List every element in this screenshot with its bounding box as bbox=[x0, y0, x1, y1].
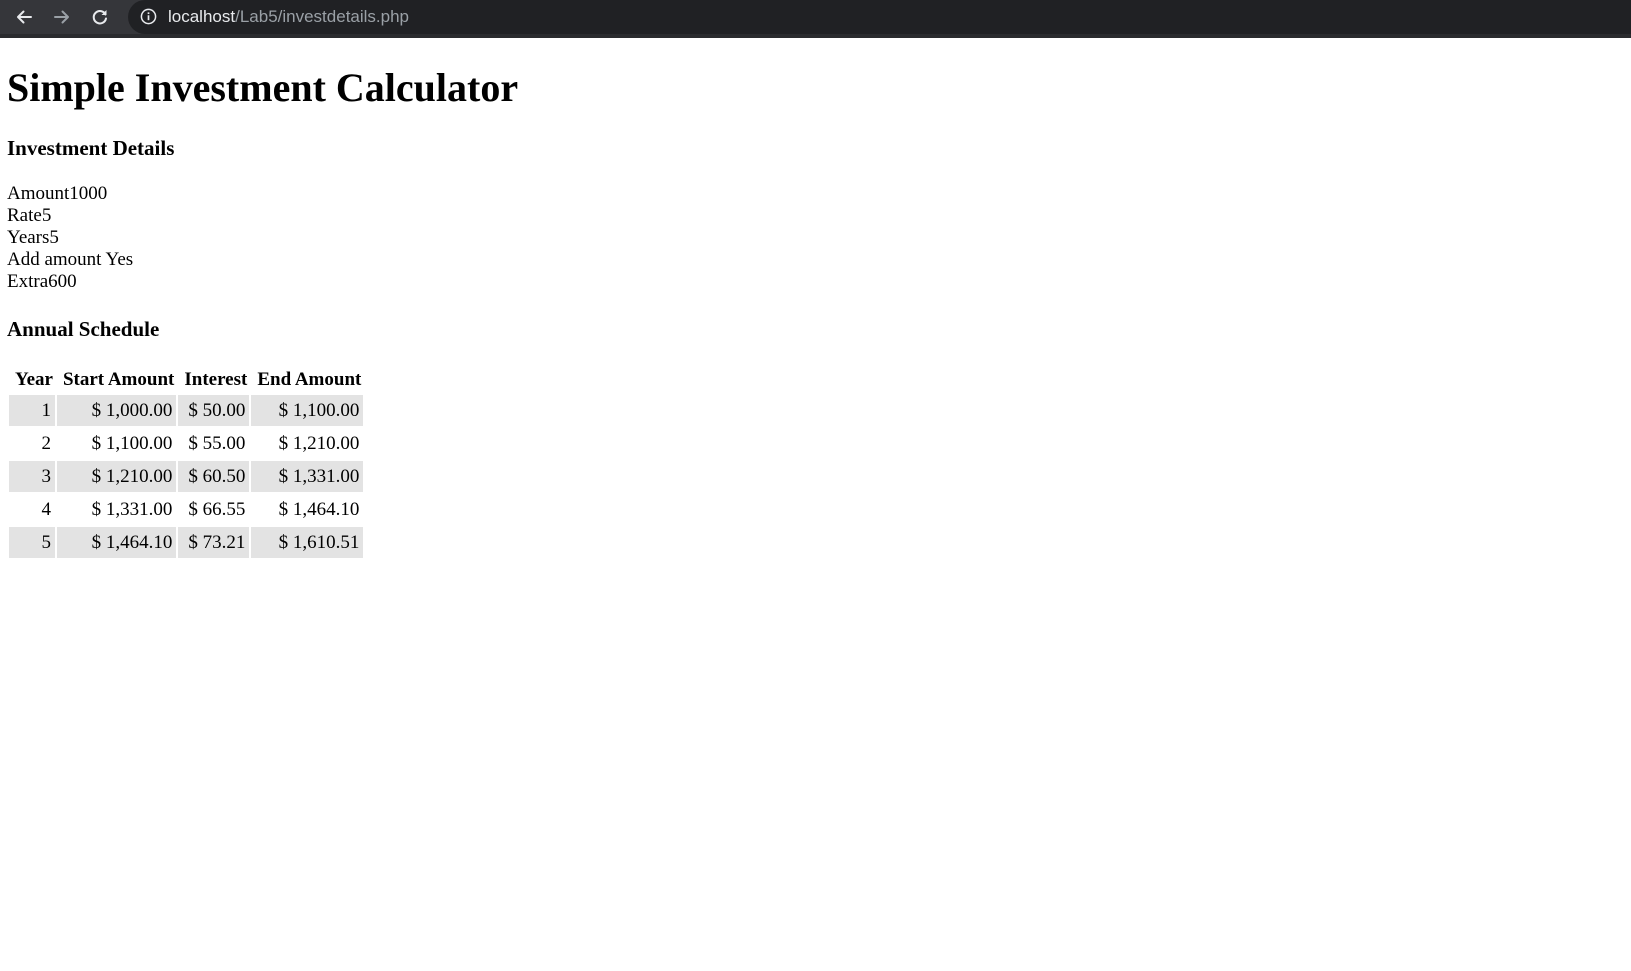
browser-toolbar: localhost/Lab5/investdetails.php bbox=[0, 0, 1631, 38]
forward-button[interactable] bbox=[48, 4, 76, 30]
page-title: Simple Investment Calculator bbox=[7, 65, 519, 110]
cell-start-amount: $ 1,100.00 bbox=[91, 432, 173, 454]
url-host: localhost bbox=[168, 7, 236, 26]
url-text[interactable]: localhost/Lab5/investdetails.php bbox=[168, 6, 409, 28]
cell-start-amount: $ 1,331.00 bbox=[91, 498, 173, 520]
cell-end-amount: $ 1,610.51 bbox=[251, 527, 364, 558]
table-header-row: Year Start Amount Interest End Amount bbox=[9, 367, 363, 393]
cell-interest: $ 60.50 bbox=[178, 461, 250, 492]
cell-end-amount: $ 1,464.10 bbox=[278, 498, 360, 520]
arrow-right-icon bbox=[54, 10, 69, 24]
cell-year: 4 bbox=[41, 498, 51, 520]
header-interest: Interest bbox=[184, 369, 248, 390]
table-row: 2 $ 1,100.00 $ 55.00 $ 1,210.00 bbox=[9, 428, 363, 459]
cell-year: 3 bbox=[9, 461, 55, 492]
cell-interest: $ 50.00 bbox=[178, 395, 250, 426]
cell-start-amount: $ 1,210.00 bbox=[56, 461, 177, 492]
arrow-left-icon bbox=[17, 10, 32, 24]
detail-years: Years5 bbox=[7, 227, 59, 248]
detail-rate: Rate5 bbox=[7, 205, 52, 226]
back-button[interactable] bbox=[10, 4, 38, 30]
info-icon[interactable] bbox=[140, 8, 157, 25]
table-row: 5 $ 1,464.10 $ 73.21 $ 1,610.51 bbox=[9, 527, 364, 558]
annual-schedule-heading: Annual Schedule bbox=[7, 317, 160, 341]
header-end-amount: End Amount bbox=[257, 369, 362, 390]
table-row: 3 $ 1,210.00 $ 60.50 $ 1,331.00 bbox=[9, 461, 364, 492]
investment-details: Amount1000 Rate5 Years5 Add amount Yes E… bbox=[7, 183, 133, 293]
cell-start-amount: $ 1,464.10 bbox=[56, 527, 177, 558]
detail-extra: Extra600 bbox=[7, 271, 77, 292]
address-bar[interactable]: localhost/Lab5/investdetails.php bbox=[128, 0, 1631, 34]
cell-interest: $ 66.55 bbox=[188, 498, 246, 520]
cell-end-amount: $ 1,210.00 bbox=[278, 432, 360, 454]
table-row: 4 $ 1,331.00 $ 66.55 $ 1,464.10 bbox=[9, 494, 363, 525]
annual-schedule-table: Year Start Amount Interest End Amount 1 … bbox=[7, 365, 365, 560]
cell-year: 1 bbox=[9, 395, 55, 426]
detail-amount: Amount1000 bbox=[7, 183, 108, 204]
investment-details-heading: Investment Details bbox=[7, 136, 175, 160]
header-start-amount: Start Amount bbox=[62, 369, 175, 390]
cell-year: 2 bbox=[41, 432, 51, 454]
cell-end-amount: $ 1,331.00 bbox=[251, 461, 364, 492]
url-path: /Lab5/investdetails.php bbox=[235, 7, 410, 26]
detail-add-amount: Add amount Yes bbox=[7, 249, 134, 270]
table-row: 1 $ 1,000.00 $ 50.00 $ 1,100.00 bbox=[9, 395, 364, 426]
reload-button[interactable] bbox=[86, 4, 114, 30]
reload-icon bbox=[92, 10, 107, 25]
cell-interest: $ 73.21 bbox=[178, 527, 250, 558]
cell-start-amount: $ 1,000.00 bbox=[56, 395, 177, 426]
cell-end-amount: $ 1,100.00 bbox=[251, 395, 364, 426]
cell-interest: $ 55.00 bbox=[188, 432, 246, 454]
cell-year: 5 bbox=[9, 527, 55, 558]
header-year: Year bbox=[15, 369, 53, 390]
